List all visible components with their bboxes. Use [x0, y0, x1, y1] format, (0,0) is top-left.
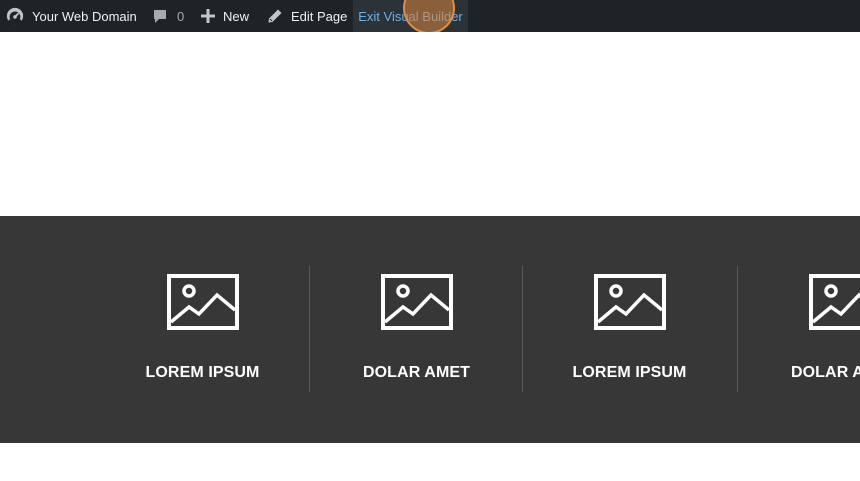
image-placeholder-icon — [166, 274, 239, 330]
image-placeholder-icon — [380, 274, 453, 330]
feature-item[interactable]: LOREM IPSUM — [96, 266, 309, 392]
feature-title: DOLAR AMET — [362, 364, 471, 381]
comments-count: 0 — [177, 8, 185, 24]
feature-item[interactable]: LOREM IPSUM — [523, 266, 736, 392]
feature-title: DOLAR AMET — [790, 364, 860, 381]
admin-bar: Your Web Domain 0 New Edit Page Exit Vis… — [0, 0, 860, 34]
comments-link[interactable]: 0 — [152, 0, 184, 32]
feature-section: LOREM IPSUM DOLAR AMET LOREM IPSUM DOLAR… — [0, 216, 860, 443]
dashboard-icon — [6, 7, 24, 25]
edit-page-link[interactable]: Edit Page — [267, 0, 347, 32]
exit-visual-builder-button[interactable]: Exit Visual Builder — [353, 0, 468, 32]
site-name: Your Web Domain — [32, 8, 137, 24]
exit-visual-builder-label: Exit Visual Builder — [358, 8, 463, 24]
feature-item[interactable]: DOLAR AMET — [738, 266, 860, 392]
feature-title: LOREM IPSUM — [145, 364, 260, 381]
site-menu[interactable]: Your Web Domain — [6, 0, 137, 32]
image-placeholder-icon — [593, 274, 666, 330]
plus-icon — [201, 9, 215, 23]
feature-title: LOREM IPSUM — [572, 364, 687, 381]
page-content-blank — [0, 32, 860, 216]
pencil-icon — [267, 8, 283, 24]
comment-bubble-icon — [152, 8, 168, 24]
edit-page-label: Edit Page — [291, 8, 348, 24]
new-content-menu[interactable]: New — [201, 0, 249, 32]
image-placeholder-icon — [808, 274, 860, 330]
page-content-bottom — [0, 443, 860, 481]
feature-item[interactable]: DOLAR AMET — [310, 266, 523, 392]
new-label: New — [223, 8, 250, 24]
